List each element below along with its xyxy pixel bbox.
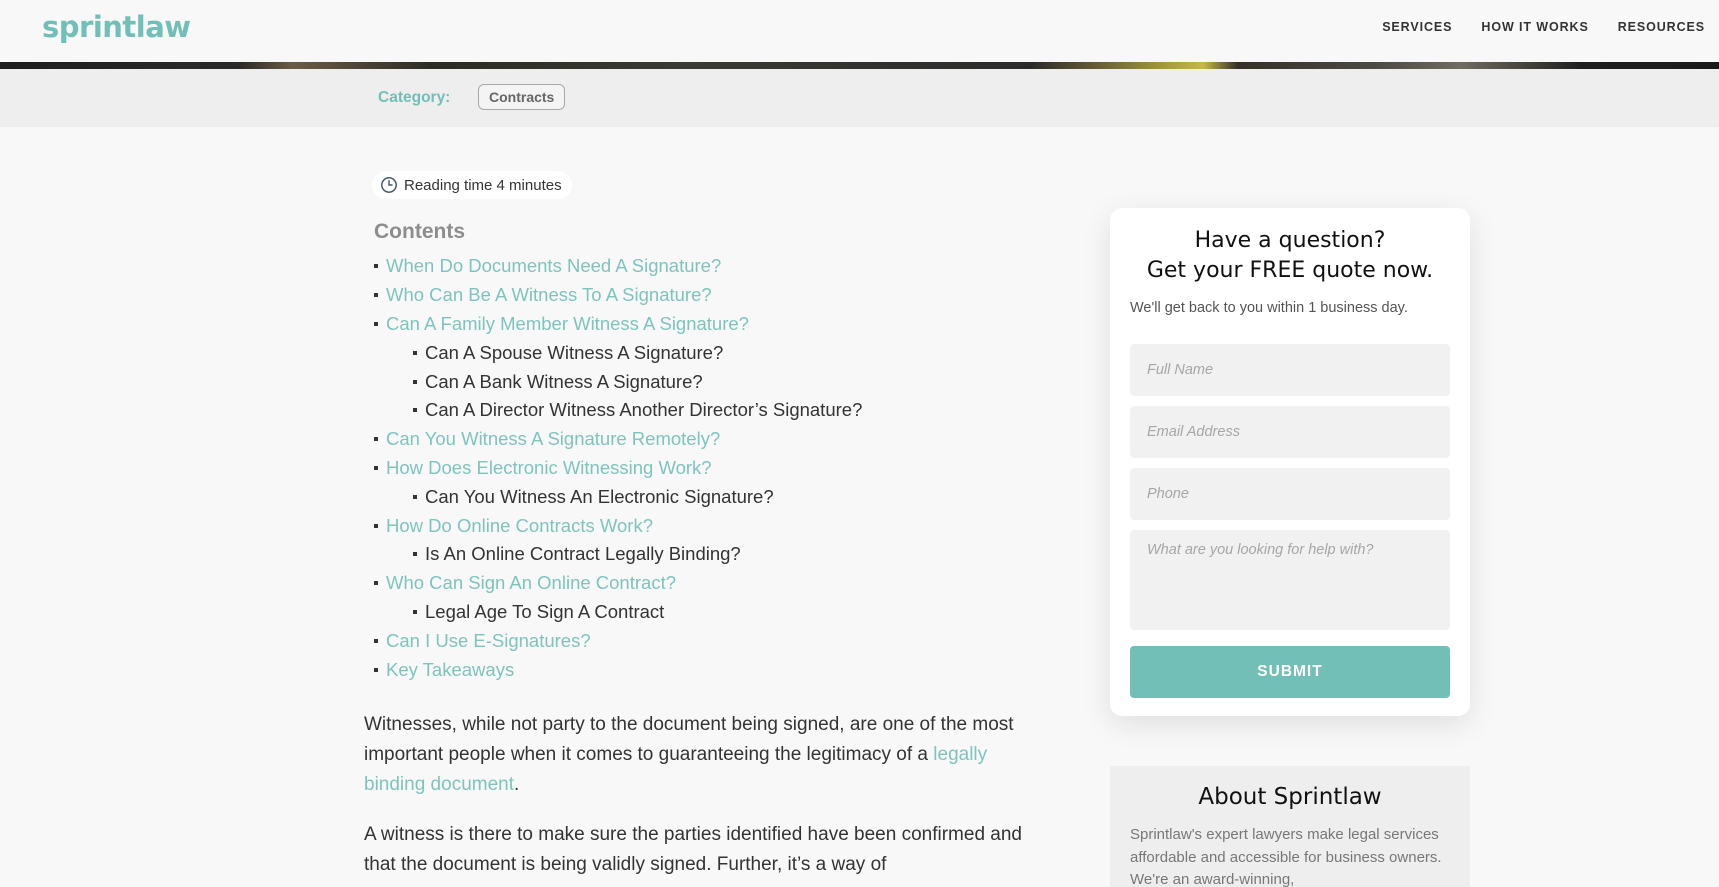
quote-title-line1: Have a question?: [1194, 228, 1386, 253]
bullet-icon: [413, 350, 417, 355]
reading-time-text: Reading time 4 minutes: [404, 176, 562, 194]
quote-form-title: Have a question? Get your FREE quote now…: [1130, 226, 1450, 286]
category-tag[interactable]: Contracts: [478, 84, 566, 110]
bullet-icon: [374, 667, 378, 672]
hero-image-strip: [0, 62, 1719, 69]
quote-form-card: Have a question? Get your FREE quote now…: [1110, 208, 1470, 716]
toc-sublink[interactable]: Can You Witness An Electronic Signature?: [425, 484, 774, 510]
toc-subitem: Can A Bank Witness A Signature?: [374, 367, 862, 396]
bullet-icon: [413, 379, 417, 384]
article-body: Witnesses, while not party to the docume…: [364, 710, 1044, 887]
toc-item: When Do Documents Need A Signature?: [374, 252, 862, 281]
about-text: Sprintlaw's expert lawyers make legal se…: [1130, 826, 1442, 887]
toc-link[interactable]: Who Can Be A Witness To A Signature?: [386, 282, 712, 308]
bullet-icon: [374, 321, 378, 326]
nav-resources[interactable]: RESOURCES: [1618, 20, 1705, 34]
toc-subitem: Legal Age To Sign A Contract: [374, 598, 862, 627]
main-nav: SERVICES HOW IT WORKS RESOURCES: [1382, 20, 1705, 34]
toc-link[interactable]: When Do Documents Need A Signature?: [386, 253, 721, 279]
toc-link[interactable]: Can A Family Member Witness A Signature?: [386, 311, 749, 337]
paragraph-text: .: [514, 774, 520, 795]
bullet-icon: [374, 523, 378, 528]
table-of-contents: When Do Documents Need A Signature? Who …: [374, 252, 862, 684]
toc-item: Who Can Sign An Online Contract?: [374, 569, 862, 598]
phone-input[interactable]: [1130, 468, 1450, 520]
about-title: About Sprintlaw: [1198, 784, 1382, 810]
article-paragraph: A witness is there to make sure the part…: [364, 824, 1022, 875]
bullet-icon: [413, 408, 417, 413]
about-card: About Sprintlaw Sprintlaw's expert lawye…: [1110, 766, 1470, 887]
clock-icon: [381, 177, 397, 193]
article-paragraph: Witnesses, while not party to the docume…: [364, 710, 1044, 800]
toc-item: Can You Witness A Signature Remotely?: [374, 425, 862, 454]
toc-sublink[interactable]: Is An Online Contract Legally Binding?: [425, 541, 741, 567]
site-header: sprintlaw SERVICES HOW IT WORKS RESOURCE…: [0, 0, 1719, 62]
bullet-icon: [374, 638, 378, 643]
bullet-icon: [374, 581, 378, 586]
toc-link[interactable]: Can You Witness A Signature Remotely?: [386, 426, 720, 452]
toc-item: Can I Use E-Signatures?: [374, 626, 862, 655]
submit-button[interactable]: SUBMIT: [1130, 646, 1450, 698]
bullet-icon: [374, 437, 378, 442]
toc-link[interactable]: How Do Online Contracts Work?: [386, 513, 653, 539]
toc-subitem: Can A Director Witness Another Director’…: [374, 396, 862, 425]
toc-sublink[interactable]: Legal Age To Sign A Contract: [425, 599, 664, 625]
bullet-icon: [374, 465, 378, 470]
toc-item: Key Takeaways: [374, 655, 862, 684]
toc-link[interactable]: Key Takeaways: [386, 657, 514, 683]
nav-services[interactable]: SERVICES: [1382, 20, 1452, 34]
toc-link[interactable]: How Does Electronic Witnessing Work?: [386, 455, 712, 481]
bullet-icon: [413, 609, 417, 614]
contents-heading: Contents: [374, 220, 465, 243]
bullet-icon: [374, 293, 378, 298]
toc-sublink[interactable]: Can A Director Witness Another Director’…: [425, 397, 862, 423]
quote-title-line2: Get your FREE quote now.: [1146, 258, 1434, 283]
bullet-icon: [413, 552, 417, 557]
category-bar: Category: Contracts: [0, 69, 1719, 127]
quote-form-subtitle: We'll get back to you within 1 business …: [1130, 300, 1408, 316]
bullet-icon: [374, 264, 378, 269]
toc-sublink[interactable]: Can A Spouse Witness A Signature?: [425, 340, 723, 366]
category-label: Category:: [378, 89, 451, 106]
toc-sublink[interactable]: Can A Bank Witness A Signature?: [425, 369, 703, 395]
full-name-input[interactable]: [1130, 344, 1450, 396]
toc-subitem: Is An Online Contract Legally Binding?: [374, 540, 862, 569]
bullet-icon: [413, 494, 417, 499]
nav-how-it-works[interactable]: HOW IT WORKS: [1481, 20, 1588, 34]
paragraph-text: Witnesses, while not party to the docume…: [364, 714, 1014, 765]
toc-subitem: Can A Spouse Witness A Signature?: [374, 338, 862, 367]
toc-item: Who Can Be A Witness To A Signature?: [374, 281, 862, 310]
toc-item: Can A Family Member Witness A Signature?: [374, 310, 862, 339]
reading-time-badge: Reading time 4 minutes: [372, 171, 572, 199]
help-textarea[interactable]: [1130, 530, 1450, 630]
sprintlaw-logo[interactable]: sprintlaw: [42, 10, 191, 44]
toc-subitem: Can You Witness An Electronic Signature?: [374, 482, 862, 511]
toc-item: How Do Online Contracts Work?: [374, 511, 862, 540]
toc-link[interactable]: Can I Use E-Signatures?: [386, 628, 591, 654]
email-input[interactable]: [1130, 406, 1450, 458]
toc-link[interactable]: Who Can Sign An Online Contract?: [386, 570, 676, 596]
toc-item: How Does Electronic Witnessing Work?: [374, 454, 862, 483]
